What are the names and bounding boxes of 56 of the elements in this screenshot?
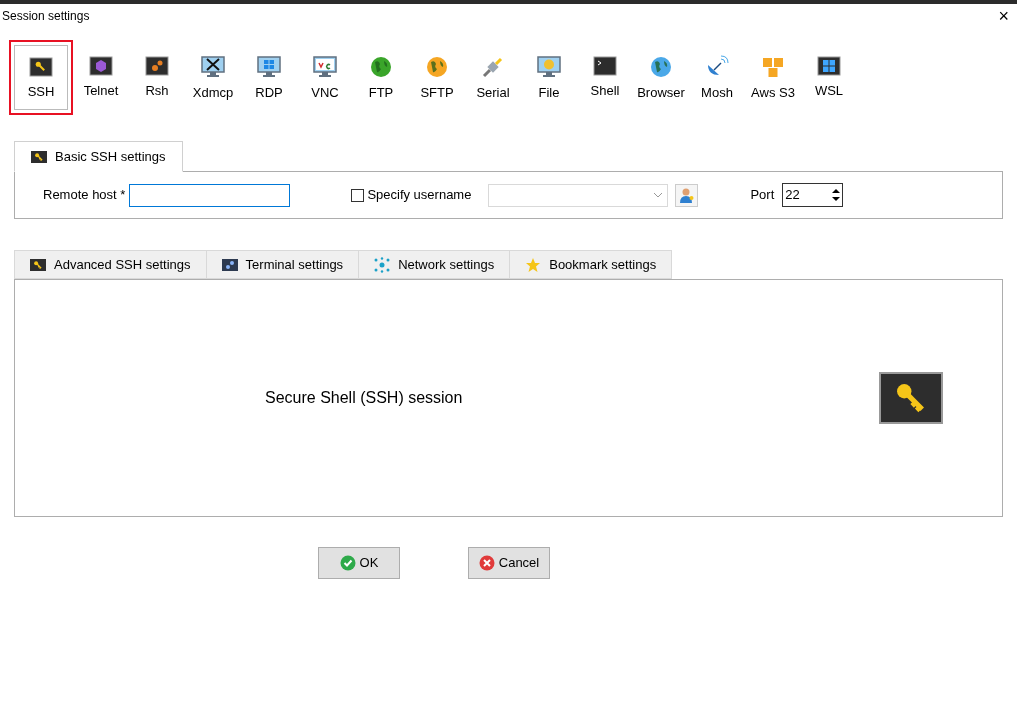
session-type-button[interactable]: Telnet (73, 45, 129, 115)
session-type-button[interactable]: Rsh (129, 45, 185, 115)
user-key-button[interactable] (675, 183, 699, 207)
globe-icon (425, 55, 449, 79)
close-button[interactable]: × (994, 7, 1013, 25)
port-label: Port (750, 186, 775, 205)
session-type-button[interactable]: SFTP (409, 45, 465, 115)
monitor-icon (537, 55, 561, 79)
tab[interactable]: Bookmark settings (509, 250, 673, 279)
session-description: Secure Shell (SSH) session (265, 388, 464, 408)
monitor-icon (257, 55, 281, 79)
monitor-icon (201, 55, 225, 79)
check-icon (339, 555, 356, 571)
session-type-button[interactable]: Mosh (689, 45, 745, 115)
globe-icon (649, 55, 673, 79)
session-type-button[interactable]: Browser (633, 45, 689, 115)
session-type-button[interactable]: SSH (14, 45, 68, 110)
session-type-button[interactable]: WSL (801, 45, 857, 115)
session-type-button[interactable]: RDP (241, 45, 297, 115)
key-icon (879, 372, 943, 424)
monitor-icon (313, 55, 337, 79)
key-icon (30, 258, 46, 271)
remote-host-field[interactable] (129, 183, 291, 207)
gears-icon (221, 258, 238, 271)
tab[interactable]: Terminal settings (205, 250, 360, 279)
session-type-button[interactable]: Aws S3 (745, 45, 801, 115)
session-type-icon (817, 55, 841, 77)
session-type-button[interactable]: File (521, 45, 577, 115)
window-title: Session settings (2, 8, 90, 25)
session-type-icon (89, 55, 113, 77)
session-type-button[interactable]: Shell (577, 45, 633, 115)
cubes-icon (761, 55, 785, 79)
remote-host-label: Remote host * (43, 186, 126, 205)
session-type-icon (145, 55, 169, 77)
key-icon (31, 150, 47, 163)
tab[interactable]: Advanced SSH settings (14, 250, 207, 279)
network-icon (374, 256, 391, 273)
star-icon (525, 256, 542, 273)
globe-icon (369, 55, 393, 79)
cancel-button[interactable]: Cancel (468, 547, 550, 579)
spin-arrows-icon (832, 188, 841, 202)
terminal-icon (593, 55, 617, 77)
session-type-button[interactable]: FTP (353, 45, 409, 115)
chevron-down-icon (653, 192, 664, 198)
tab[interactable]: Basic SSH settings (14, 141, 183, 172)
cancel-icon (478, 555, 495, 571)
port-spinbox[interactable]: 22 (782, 183, 844, 207)
user-icon (678, 187, 695, 203)
tab[interactable]: Network settings (358, 250, 511, 279)
session-type-button[interactable]: VNC (297, 45, 353, 115)
session-type-icon (29, 56, 53, 78)
specify-username-checkbox[interactable]: Specify username (351, 185, 472, 205)
ok-button[interactable]: OK (318, 547, 400, 579)
plug-icon (481, 55, 505, 79)
session-type-button[interactable]: Serial (465, 45, 521, 115)
session-type-button[interactable]: Xdmcp (185, 45, 241, 115)
